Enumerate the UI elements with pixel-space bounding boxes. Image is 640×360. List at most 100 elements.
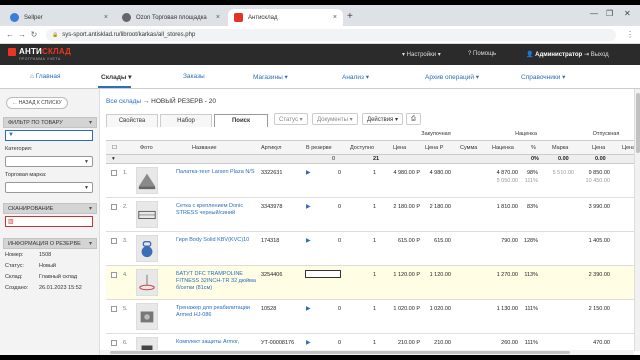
antisklad-logo[interactable]: АНТИСКЛАД (8, 47, 71, 56)
menu-item-orders[interactable]: Заказы (183, 73, 205, 80)
row-checkbox[interactable] (111, 306, 117, 312)
maximize-icon[interactable]: ❐ (606, 9, 613, 18)
close-tab-icon[interactable]: × (333, 14, 337, 21)
documents-dropdown[interactable]: Документы ▾ (312, 113, 358, 125)
help-link[interactable]: ? Помощь (468, 51, 496, 57)
status-dropdown[interactable]: Статус ▾ (274, 113, 308, 125)
add-to-reserve-icon[interactable]: ▶ (306, 237, 311, 244)
url-input[interactable]: 🔒 sys-sport.antisklad.ru/libroot/karkas/… (46, 29, 616, 41)
product-photo[interactable] (136, 303, 158, 330)
scroll-thumb[interactable] (110, 351, 570, 354)
col-price-r[interactable]: Цена Р (425, 145, 443, 151)
product-photo[interactable] (136, 167, 158, 194)
minimize-icon[interactable]: — (590, 9, 598, 18)
ozon-favicon-icon (122, 13, 131, 22)
row-checkbox[interactable] (111, 170, 117, 176)
table-row[interactable]: 3. Гиря Body Solid KBV(KVC)10 174318 ▶ 0 1 615… (106, 232, 636, 266)
table-row[interactable]: 1. Палатка-тент Larsen Plaza N/S 3322631 ▶ 0… (106, 164, 636, 198)
category-select[interactable]: ▼ (5, 156, 93, 167)
sum-reserved: 0 (332, 156, 336, 162)
product-name-link[interactable]: Гиря Body Solid KBV(KVC)10 (176, 237, 256, 244)
available-qty: 1 (372, 238, 376, 244)
group-purchase: Закупочная (421, 131, 451, 137)
menu-item-shops[interactable]: Магазины ▾ (253, 73, 288, 81)
table-row[interactable]: 2. Сетка с креплением Donic STRESS черный… (106, 198, 636, 232)
product-name-link[interactable]: Сетка с креплением Donic STRESS черный/с… (176, 203, 256, 217)
table-row[interactable]: 5. Тренажер для реабилитации Armed HJ-086… (106, 300, 636, 334)
brand-select[interactable]: ▼ (5, 182, 93, 193)
user-name: Администратор (535, 52, 583, 58)
menu-item-home[interactable]: ⌂ Главная (30, 73, 60, 80)
user-menu[interactable]: 👤 Администратор (526, 51, 582, 58)
row-checkbox[interactable] (111, 340, 117, 346)
menu-item-warehouses[interactable]: Склады ▾ (101, 73, 132, 81)
scroll-thumb[interactable] (636, 93, 640, 153)
add-to-reserve-icon[interactable]: ▶ (306, 169, 311, 176)
col-mark[interactable]: Марка (552, 145, 568, 151)
barcode-scan-input[interactable]: ▥ (5, 216, 93, 227)
browser-tab-sellper[interactable]: Sellper × (4, 9, 114, 26)
col-sum[interactable]: Сумма (460, 145, 477, 151)
col-name[interactable]: Название (192, 145, 217, 151)
row-checkbox[interactable] (111, 204, 117, 210)
product-name-link[interactable]: Палатка-тент Larsen Plaza N/S (176, 169, 256, 176)
col-reserved[interactable]: В резерве (306, 145, 332, 151)
actions-dropdown[interactable]: Действия ▾ (362, 113, 403, 125)
close-tab-icon[interactable]: × (104, 14, 108, 21)
back-arrow-icon[interactable]: ← (4, 30, 16, 39)
col-available[interactable]: Доступно (350, 145, 374, 151)
group-markup: Наценка (515, 131, 537, 137)
browser-tab-ozon[interactable]: Ozon Торговая площадка × (116, 9, 226, 26)
browser-tab-antisklad[interactable]: Антисклад × (228, 9, 343, 26)
close-window-icon[interactable]: ✕ (624, 9, 631, 18)
reload-icon[interactable]: ↻ (28, 30, 40, 39)
sale-price: 1 405.00 (588, 238, 610, 244)
tab-properties[interactable]: Свойства (106, 114, 158, 127)
tab-set[interactable]: Набор (160, 114, 212, 127)
browser-window: Sellper × Ozon Торговая площадка × Антис… (0, 5, 640, 355)
select-all-checkbox[interactable]: ☐ (112, 145, 117, 151)
table-row[interactable]: 4. БАТУТ DFC TRAMPOLINE FITNESS 32INCH-TR… (106, 266, 636, 300)
col-pct[interactable]: % (531, 145, 536, 151)
product-name-link[interactable]: Тренажер для реабилитации Armed HJ-086 (176, 305, 256, 319)
forward-arrow-icon[interactable]: → (16, 30, 28, 39)
col-markup[interactable]: Наценка (492, 145, 514, 151)
filter-panel-header[interactable]: ФИЛЬТР ПО ТОВАРУ ▾ (3, 117, 97, 128)
col-sale-price[interactable]: Цена (592, 145, 605, 151)
sellper-favicon-icon (10, 13, 19, 22)
product-name-link[interactable]: БАТУТ DFC TRAMPOLINE FITNESS 32INCH-TR 3… (176, 271, 256, 292)
col-sku[interactable]: Артикул (261, 145, 282, 151)
vertical-scrollbar[interactable] (634, 89, 640, 351)
col-photo[interactable]: Фото (140, 145, 153, 151)
horizontal-scrollbar[interactable] (100, 350, 634, 355)
product-photo[interactable] (136, 269, 158, 296)
breadcrumb-all-warehouses[interactable]: Все склады (106, 98, 141, 105)
print-icon[interactable]: ⎙ (406, 113, 421, 125)
product-name-link[interactable]: Комплект защиты Armor, (176, 339, 256, 346)
row-checkbox[interactable] (111, 238, 117, 244)
add-to-reserve-icon[interactable]: ▶ (306, 339, 311, 346)
menu-item-archive[interactable]: Архив операций ▾ (425, 73, 479, 81)
row-checkbox[interactable] (111, 272, 117, 278)
close-tab-icon[interactable]: × (216, 14, 220, 21)
collapse-icon: ▾ (88, 241, 92, 247)
back-to-list-button[interactable]: ← НАЗАД К СПИСКУ (6, 97, 68, 109)
reserve-info-header[interactable]: ИНФОРМАЦИЯ О РЕЗЕРВЕ ▾ (3, 238, 97, 249)
settings-menu[interactable]: ▾ Настройки ▾ (402, 51, 441, 58)
product-photo[interactable] (136, 235, 158, 262)
menu-item-references[interactable]: Справочники ▾ (521, 73, 565, 81)
reserve-qty-input[interactable] (305, 270, 341, 278)
tab-search[interactable]: Поиск (214, 114, 268, 127)
browser-menu-icon[interactable]: ⋮ (624, 30, 636, 39)
logout-link[interactable]: ⇥ Выход (584, 51, 609, 58)
product-filter-input[interactable]: ▼ (5, 130, 93, 141)
col-price[interactable]: Цена (393, 145, 406, 151)
add-to-reserve-icon[interactable]: ▶ (306, 305, 311, 312)
scan-panel-header[interactable]: СКАНИРОВАНИЕ ▾ (3, 203, 97, 214)
product-photo[interactable] (136, 201, 158, 228)
expand-icon[interactable]: ▾ (112, 156, 115, 162)
markup-value: 790.00 (501, 238, 518, 244)
new-tab-button[interactable]: + (347, 11, 353, 22)
add-to-reserve-icon[interactable]: ▶ (306, 203, 311, 210)
menu-item-analysis[interactable]: Анализ ▾ (342, 73, 369, 81)
